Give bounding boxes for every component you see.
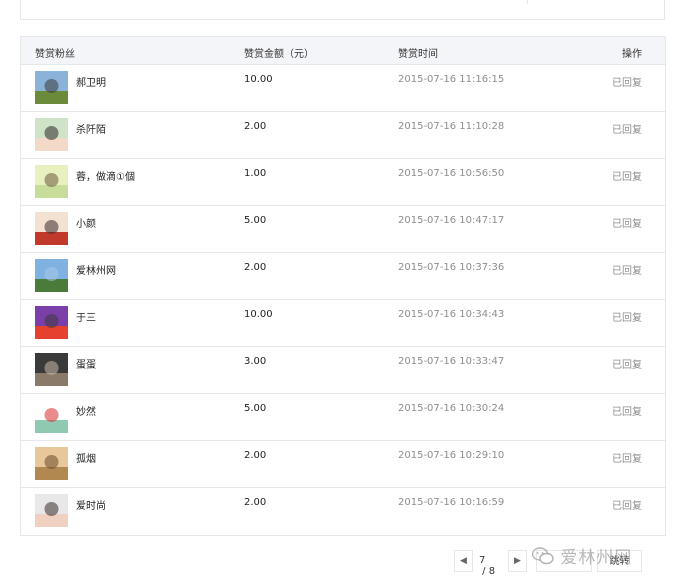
amount-value: 5.00 — [244, 403, 267, 414]
reply-status[interactable]: 已回复 — [612, 356, 642, 371]
appreciation-time: 2015-07-16 10:37:36 — [398, 262, 505, 273]
user-nickname[interactable]: 孤烟 — [76, 450, 96, 465]
table-row: 于三 10.00 2015-07-16 10:34:43 已回复 — [21, 300, 665, 347]
avatar[interactable] — [35, 447, 68, 480]
table-row: 蓉，做滴①個 1.00 2015-07-16 10:56:50 已回复 — [21, 159, 665, 206]
chevron-right-icon: ▶ — [514, 556, 521, 566]
amount-value: 10.00 — [244, 74, 273, 85]
header-user: 赞赏粉丝 — [35, 49, 75, 60]
avatar[interactable] — [35, 212, 68, 245]
appreciation-table: 赞赏粉丝 赞赏金额（元） 赞赏时间 操作 郝卫明 10.00 2015-07-16 … — [20, 36, 666, 536]
prev-page-button[interactable]: ◀ — [454, 550, 473, 572]
user-nickname[interactable]: 妙然 — [76, 403, 96, 418]
table-row: 小颜 5.00 2015-07-16 10:47:17 已回复 — [21, 206, 665, 253]
next-page-button[interactable]: ▶ — [508, 550, 527, 572]
table-row: 蛋蛋 3.00 2015-07-16 10:33:47 已回复 — [21, 347, 665, 394]
watermark: 爱林州网 — [531, 543, 633, 568]
amount-value: 2.00 — [244, 262, 267, 273]
reply-status[interactable]: 已回复 — [612, 403, 642, 418]
avatar[interactable] — [35, 165, 68, 198]
appreciation-time: 2015-07-16 10:34:43 — [398, 309, 505, 320]
page-separator: / — [479, 566, 489, 577]
amount-value: 1.00 — [244, 168, 267, 179]
avatar[interactable] — [35, 353, 68, 386]
current-page: 7 — [479, 555, 486, 566]
reply-status[interactable]: 已回复 — [612, 497, 642, 512]
reply-status[interactable]: 已回复 — [612, 262, 642, 277]
header-time: 赞赏时间 — [398, 49, 438, 60]
user-nickname[interactable]: 爱时尚 — [76, 497, 106, 512]
table-row: 妙然 5.00 2015-07-16 10:30:24 已回复 — [21, 394, 665, 441]
amount-value: 2.00 — [244, 121, 267, 132]
table-row: 孤烟 2.00 2015-07-16 10:29:10 已回复 — [21, 441, 665, 488]
amount-value: 2.00 — [244, 450, 267, 461]
watermark-text: 爱林州网 — [560, 548, 633, 568]
table-row: 杀阡陌 2.00 2015-07-16 11:10:28 已回复 — [21, 112, 665, 159]
reply-status[interactable]: 已回复 — [612, 168, 642, 183]
avatar[interactable] — [35, 494, 68, 527]
appreciation-time: 2015-07-16 10:29:10 — [398, 450, 505, 461]
top-panel — [20, 0, 665, 20]
appreciation-time: 2015-07-16 10:47:17 — [398, 215, 505, 226]
avatar[interactable] — [35, 400, 68, 433]
avatar[interactable] — [35, 259, 68, 292]
table-row: 爱时尚 2.00 2015-07-16 10:16:59 已回复 — [21, 488, 665, 535]
appreciation-time: 2015-07-16 10:33:47 — [398, 356, 505, 367]
appreciation-time: 2015-07-16 10:56:50 — [398, 168, 505, 179]
top-panel-divider — [527, 0, 528, 4]
avatar[interactable] — [35, 306, 68, 339]
reply-status[interactable]: 已回复 — [612, 215, 642, 230]
header-action: 操作 — [622, 49, 642, 60]
user-nickname[interactable]: 于三 — [76, 309, 96, 324]
header-amount: 赞赏金额（元） — [244, 49, 314, 60]
user-nickname[interactable]: 蓉，做滴①個 — [76, 168, 135, 183]
user-nickname[interactable]: 小颜 — [76, 215, 96, 230]
total-pages: 8 — [488, 566, 496, 577]
wechat-icon — [531, 547, 554, 565]
table-header: 赞赏粉丝 赞赏金额（元） 赞赏时间 操作 — [21, 37, 665, 65]
user-nickname[interactable]: 蛋蛋 — [76, 356, 96, 371]
amount-value: 3.00 — [244, 356, 267, 367]
user-nickname[interactable]: 杀阡陌 — [76, 121, 106, 136]
appreciation-time: 2015-07-16 10:30:24 — [398, 403, 505, 414]
appreciation-time: 2015-07-16 11:10:28 — [398, 121, 505, 132]
reply-status[interactable]: 已回复 — [612, 309, 642, 324]
reply-status[interactable]: 已回复 — [612, 74, 642, 89]
amount-value: 5.00 — [244, 215, 267, 226]
appreciation-time: 2015-07-16 10:16:59 — [398, 497, 505, 508]
avatar[interactable] — [35, 71, 68, 104]
reply-status[interactable]: 已回复 — [612, 450, 642, 465]
user-nickname[interactable]: 郝卫明 — [76, 74, 106, 89]
amount-value: 10.00 — [244, 309, 273, 320]
reply-status[interactable]: 已回复 — [612, 121, 642, 136]
page-indicator: 7 / 8 — [479, 555, 495, 577]
chevron-left-icon: ◀ — [460, 556, 467, 566]
user-nickname[interactable]: 爱林州网 — [76, 262, 116, 277]
table-row: 郝卫明 10.00 2015-07-16 11:16:15 已回复 — [21, 65, 665, 112]
amount-value: 2.00 — [244, 497, 267, 508]
appreciation-time: 2015-07-16 11:16:15 — [398, 74, 505, 85]
table-row: 爱林州网 2.00 2015-07-16 10:37:36 已回复 — [21, 253, 665, 300]
avatar[interactable] — [35, 118, 68, 151]
